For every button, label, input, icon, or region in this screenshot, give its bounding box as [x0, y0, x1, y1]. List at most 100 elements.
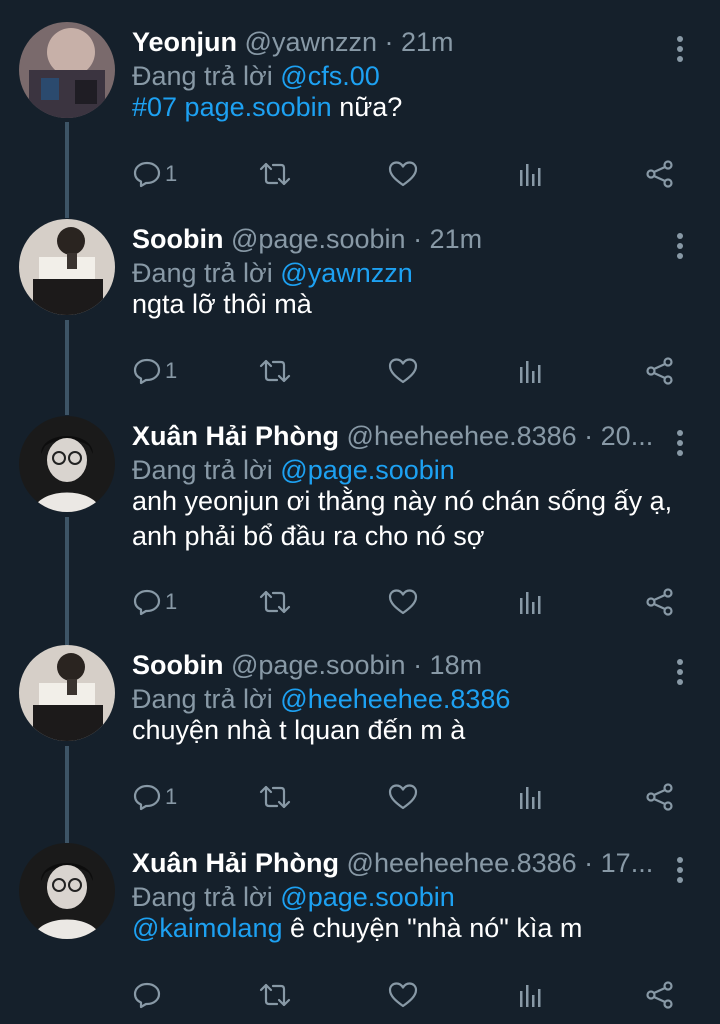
display-name[interactable]: Soobin: [132, 650, 223, 680]
like-button[interactable]: [388, 154, 418, 194]
reply-icon: [133, 161, 161, 188]
share-icon: [646, 357, 673, 385]
avatar[interactable]: [19, 645, 115, 741]
reply-button[interactable]: 1: [133, 582, 177, 622]
mention-link[interactable]: @cfs.00: [280, 61, 379, 91]
avatar[interactable]: [19, 219, 115, 315]
mention-link[interactable]: @yawnzzn: [280, 258, 412, 288]
analytics-button[interactable]: [518, 975, 544, 1015]
reply-button[interactable]: 1: [133, 777, 177, 817]
more-vertical-icon[interactable]: [670, 428, 690, 458]
tweet[interactable]: Soobin @page.soobin · 18m Đang trả lời @…: [0, 645, 720, 825]
mention-link[interactable]: @kaimolang: [132, 913, 282, 943]
mention-link[interactable]: @heeheehee.8386: [280, 684, 510, 714]
display-name[interactable]: Soobin: [132, 224, 223, 254]
reply-prefix: Đang trả lời: [132, 684, 273, 714]
retweet-icon: [259, 785, 291, 809]
display-name[interactable]: Xuân Hải Phòng: [132, 421, 339, 451]
avatar[interactable]: [19, 22, 115, 118]
timestamp: · 18m: [413, 650, 483, 680]
analytics-icon: [520, 985, 541, 1007]
analytics-button[interactable]: [518, 351, 544, 391]
retweet-icon: [259, 590, 291, 614]
like-button[interactable]: [388, 351, 418, 391]
tweet-text: ngta lỡ thôi mà: [132, 287, 692, 322]
share-button[interactable]: [645, 975, 675, 1015]
analytics-button[interactable]: [518, 582, 544, 622]
share-button[interactable]: [645, 351, 675, 391]
analytics-button[interactable]: [518, 777, 544, 817]
tweet-body: anh yeonjun ơi thằng này nó chán sống ấy…: [132, 486, 673, 551]
timestamp: · 20...: [584, 421, 652, 451]
mention-link[interactable]: @page.soobin: [280, 882, 455, 912]
share-icon: [646, 160, 673, 188]
avatar[interactable]: [19, 843, 115, 939]
more-vertical-icon[interactable]: [670, 855, 690, 885]
reply-icon: [133, 589, 161, 616]
avatar[interactable]: [19, 416, 115, 512]
more-vertical-icon[interactable]: [670, 231, 690, 261]
reply-prefix: Đang trả lời: [132, 61, 273, 91]
heart-icon: [388, 784, 418, 810]
more-vertical-icon[interactable]: [670, 34, 690, 64]
retweet-icon: [259, 983, 291, 1007]
hashtag-link[interactable]: #07 page.soobin: [132, 92, 332, 122]
user-handle[interactable]: @heeheehee.8386: [347, 848, 577, 878]
reply-button[interactable]: [133, 975, 165, 1015]
analytics-button[interactable]: [518, 154, 544, 194]
user-handle[interactable]: @page.soobin: [231, 650, 406, 680]
timestamp: · 21m: [413, 224, 483, 254]
analytics-icon: [520, 164, 541, 186]
share-button[interactable]: [645, 777, 675, 817]
retweet-button[interactable]: [259, 351, 291, 391]
retweet-button[interactable]: [259, 582, 291, 622]
reply-icon: [133, 982, 161, 1009]
tweet-body: ê chuyện "nhà nó" kìa m: [282, 913, 583, 943]
tweet-text: chuyện nhà t lquan đến m à: [132, 713, 692, 748]
reply-button[interactable]: 1: [133, 351, 177, 391]
tweet[interactable]: Xuân Hải Phòng @heeheehee.8386 · 17... Đ…: [0, 843, 720, 1024]
mention-link[interactable]: @page.soobin: [280, 455, 455, 485]
analytics-icon: [520, 787, 541, 809]
reply-count: 1: [165, 161, 178, 186]
heart-icon: [388, 589, 418, 615]
user-handle[interactable]: @yawnzzn: [245, 27, 377, 57]
user-handle[interactable]: @page.soobin: [231, 224, 406, 254]
timestamp: · 21m: [384, 27, 454, 57]
reply-icon: [133, 358, 161, 385]
timestamp: · 17...: [584, 848, 652, 878]
analytics-icon: [520, 592, 541, 614]
user-handle[interactable]: @heeheehee.8386: [347, 421, 577, 451]
tweet-actions: 1: [0, 777, 720, 817]
share-icon: [646, 588, 673, 616]
tweet[interactable]: Xuân Hải Phòng @heeheehee.8386 · 20... Đ…: [0, 416, 720, 626]
display-name[interactable]: Xuân Hải Phòng: [132, 848, 339, 878]
share-button[interactable]: [645, 582, 675, 622]
like-button[interactable]: [388, 777, 418, 817]
share-icon: [646, 783, 673, 811]
share-button[interactable]: [645, 154, 675, 194]
tweet-actions: 1: [0, 351, 720, 391]
tweet[interactable]: Yeonjun @yawnzzn · 21m Đang trả lời @cfs…: [0, 22, 720, 202]
tweet[interactable]: Soobin @page.soobin · 21m Đang trả lời @…: [0, 219, 720, 399]
retweet-button[interactable]: [259, 777, 291, 817]
like-button[interactable]: [388, 975, 418, 1015]
display-name[interactable]: Yeonjun: [132, 27, 237, 57]
reply-icon: [133, 784, 161, 811]
reply-prefix: Đang trả lời: [132, 258, 273, 288]
heart-icon: [388, 161, 418, 187]
retweet-icon: [259, 359, 291, 383]
retweet-button[interactable]: [259, 154, 291, 194]
tweet-text: #07 page.soobin nữa?: [132, 90, 692, 125]
tweet-body: ngta lỡ thôi mà: [132, 289, 312, 319]
tweet-actions: [0, 975, 720, 1015]
reply-count: 1: [165, 589, 178, 614]
tweet-body: chuyện nhà t lquan đến m à: [132, 715, 466, 745]
tweet-body: nữa?: [331, 92, 403, 122]
reply-button[interactable]: 1: [133, 154, 177, 194]
more-vertical-icon[interactable]: [670, 657, 690, 687]
retweet-button[interactable]: [259, 975, 291, 1015]
like-button[interactable]: [388, 582, 418, 622]
heart-icon: [388, 982, 418, 1008]
tweet-text: @kaimolang ê chuyện "nhà nó" kìa m: [132, 911, 692, 946]
